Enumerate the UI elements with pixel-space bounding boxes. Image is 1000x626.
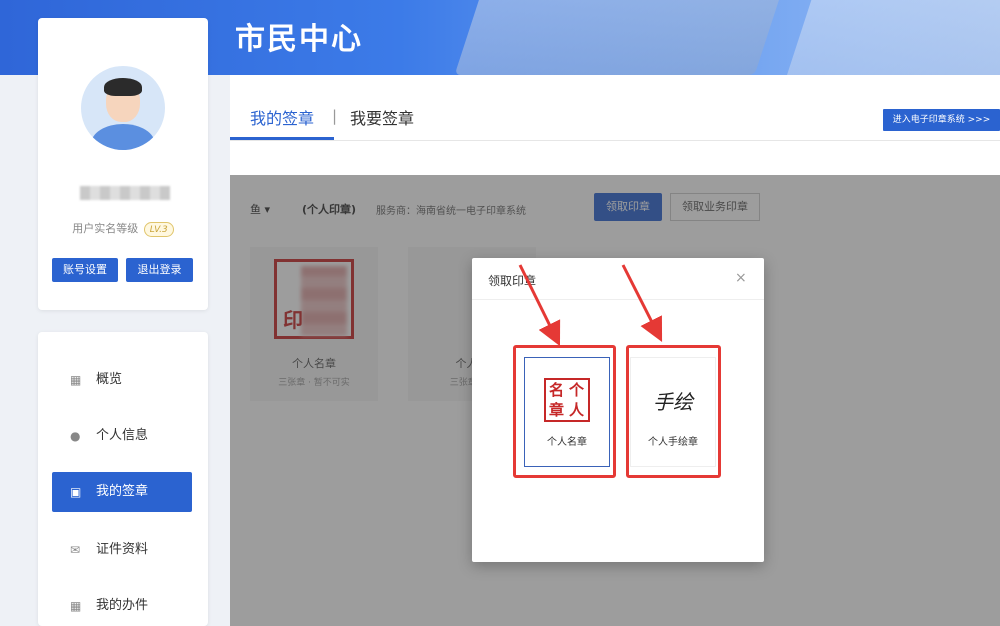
sidebar-item-label: 证件资料 <box>96 542 149 557</box>
page-title: 市民中心 <box>235 22 363 57</box>
id-card-icon: ▣ <box>70 485 82 499</box>
enter-seal-system-button[interactable]: 进入电子印章系统 >>> <box>883 109 1000 131</box>
tab-bar: 我的签章 | 我要签章 进入电子印章系统 >>> <box>230 75 1000 141</box>
tab-want-seal[interactable]: 我要签章 <box>350 105 414 129</box>
user-icon: ● <box>70 429 81 443</box>
avatar <box>81 66 165 150</box>
profile-card: 用户实名等级 LV.3 账号设置 退出登录 <box>38 18 208 310</box>
sidebar-item-label: 个人信息 <box>96 428 149 443</box>
sidebar-item-my-cases[interactable]: ▦ 我的办件 <box>52 586 192 626</box>
option-personal-name-seal[interactable]: 名 个 章 人 个人名章 <box>524 357 610 467</box>
sidebar-item-documents[interactable]: ✉ 证件资料 <box>52 530 192 570</box>
tab-my-seals[interactable]: 我的签章 <box>250 105 314 129</box>
option-personal-handdrawn-seal[interactable]: 手绘 个人手绘章 <box>630 357 716 467</box>
sidebar-item-personal-info[interactable]: ● 个人信息 <box>52 416 192 456</box>
level-badge: LV.3 <box>143 222 174 237</box>
user-name-blurred <box>80 186 170 200</box>
envelope-icon: ✉ <box>70 543 81 557</box>
grid-icon: ▦ <box>70 373 82 387</box>
laptop-illustration <box>454 0 786 75</box>
claim-seal-dialog: 领取印章 × 名 个 章 人 个人名章 手绘 个人手绘章 <box>472 258 764 562</box>
account-settings-button[interactable]: 账号设置 <box>52 258 118 282</box>
sidebar-item-overview[interactable]: ▦ 概览 <box>52 360 192 400</box>
tab-separator: | <box>332 107 338 125</box>
option-label: 个人名章 <box>547 437 587 448</box>
logout-button[interactable]: 退出登录 <box>126 258 193 282</box>
dialog-title: 领取印章 <box>488 274 537 288</box>
option-label: 个人手绘章 <box>648 437 698 448</box>
handwriting-seal-icon: 手绘 <box>653 390 693 414</box>
sidebar-item-my-seals[interactable]: ▣ 我的签章 <box>52 472 192 512</box>
close-icon[interactable]: × <box>735 270 747 286</box>
dialog-header: 领取印章 × <box>472 258 764 300</box>
apps-icon: ▦ <box>70 599 82 613</box>
sidebar-item-label: 我的签章 <box>96 484 149 499</box>
name-seal-icon: 名 个 章 人 <box>544 378 590 422</box>
verification-level: 用户实名等级 LV.3 <box>38 220 208 237</box>
banner-decoration <box>785 0 1000 75</box>
level-label: 用户实名等级 <box>72 222 139 235</box>
sidebar-nav: ▦ 概览 ● 个人信息 ▣ 我的签章 ✉ 证件资料 ▦ 我的办件 <box>38 332 208 626</box>
active-tab-indicator <box>230 137 334 140</box>
sidebar-item-label: 我的办件 <box>96 598 149 613</box>
sidebar-item-label: 概览 <box>96 372 123 387</box>
